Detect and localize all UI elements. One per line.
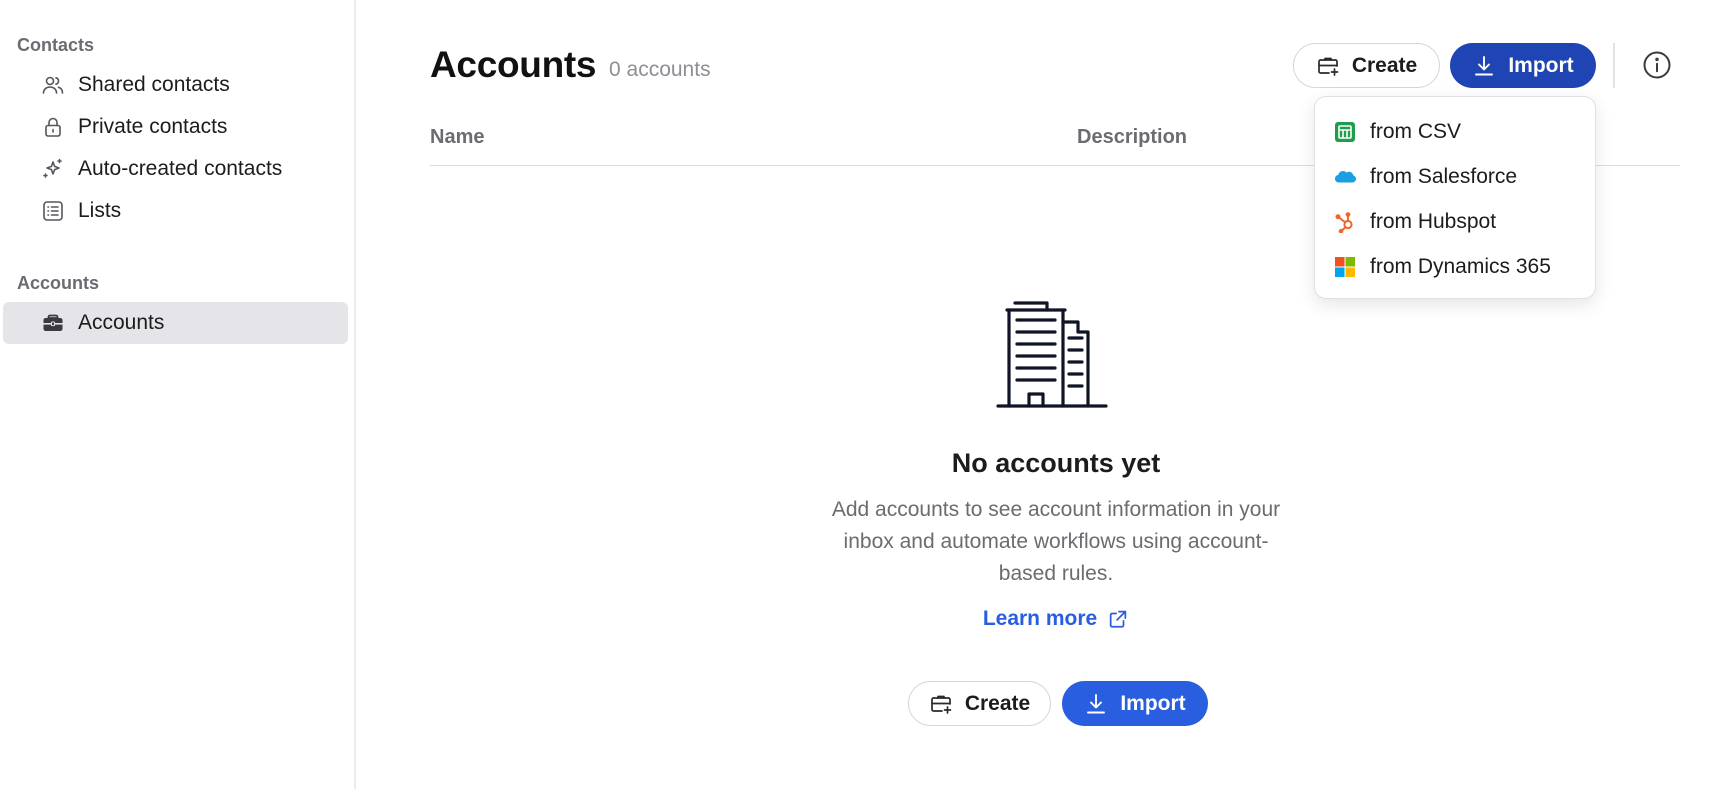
download-icon: [1475, 55, 1494, 75]
csv-icon: [1334, 121, 1356, 143]
page-title: Accounts: [430, 44, 597, 85]
sidebar-section-contacts: Contacts: [17, 35, 95, 55]
empty-state-description: Add accounts to see account information …: [831, 498, 1281, 585]
learn-more-label: Learn more: [982, 607, 1098, 630]
menu-item-from-csv[interactable]: from CSV: [1315, 112, 1597, 152]
sidebar-item-label: Accounts: [78, 311, 165, 334]
external-link-icon: [1109, 610, 1127, 628]
column-header-description[interactable]: Description: [1077, 126, 1187, 149]
sidebar-item-label: Private contacts: [78, 115, 228, 138]
info-icon: [1643, 51, 1671, 79]
empty-state-import-button[interactable]: Import: [1062, 681, 1208, 726]
sidebar-item-label: Lists: [78, 199, 122, 222]
column-header-name[interactable]: Name: [430, 126, 484, 149]
briefcase-icon: [40, 310, 66, 336]
sidebar-item-label: Auto-created contacts: [78, 157, 283, 180]
list-icon: [40, 198, 66, 224]
microsoft-icon: [1334, 256, 1356, 278]
menu-item-label: from CSV: [1370, 120, 1462, 143]
empty-state-create-label: Create: [964, 691, 1031, 715]
import-button[interactable]: Import: [1450, 43, 1596, 88]
create-button-label: Create: [1351, 53, 1418, 77]
import-dropdown-menu: from CSV from Salesforce from Hubspot fr…: [1314, 96, 1596, 299]
sidebar-item-private-contacts[interactable]: Private contacts: [3, 106, 348, 148]
briefcase-plus-icon: [930, 695, 952, 714]
create-button[interactable]: Create: [1293, 43, 1440, 88]
hubspot-icon: [1334, 211, 1356, 233]
menu-item-from-hubspot[interactable]: from Hubspot: [1315, 202, 1597, 242]
sidebar-item-auto-created-contacts[interactable]: Auto-created contacts: [3, 148, 348, 190]
empty-state-import-label: Import: [1120, 691, 1186, 715]
menu-item-label: from Salesforce: [1370, 165, 1518, 188]
import-button-label: Import: [1508, 53, 1574, 77]
empty-state-create-button[interactable]: Create: [908, 681, 1051, 726]
sidebar-section-accounts: Accounts: [17, 273, 100, 293]
info-button[interactable]: [1641, 49, 1673, 81]
empty-state-title: No accounts yet: [951, 448, 1161, 478]
sidebar-item-accounts[interactable]: Accounts: [3, 302, 348, 344]
learn-more-link[interactable]: Learn more: [838, 607, 1274, 631]
briefcase-plus-icon: [1317, 57, 1339, 76]
menu-item-label: from Hubspot: [1370, 210, 1497, 233]
sidebar-item-lists[interactable]: Lists: [3, 190, 348, 232]
lock-icon: [40, 114, 66, 140]
salesforce-icon: [1334, 166, 1356, 188]
people-icon: [40, 72, 66, 98]
menu-item-from-dynamics-365[interactable]: from Dynamics 365: [1315, 247, 1597, 287]
building-icon: [996, 301, 1108, 408]
download-icon: [1087, 693, 1106, 713]
sidebar-item-shared-contacts[interactable]: Shared contacts: [3, 64, 348, 106]
menu-item-from-salesforce[interactable]: from Salesforce: [1315, 157, 1597, 197]
sidebar-item-label: Shared contacts: [78, 73, 230, 96]
sparkles-icon: [40, 156, 66, 182]
account-count: 0 accounts: [609, 58, 711, 81]
sidebar: Contacts Shared contacts Private contact…: [0, 0, 356, 789]
toolbar-divider: [1613, 43, 1615, 88]
menu-item-label: from Dynamics 365: [1370, 255, 1551, 278]
